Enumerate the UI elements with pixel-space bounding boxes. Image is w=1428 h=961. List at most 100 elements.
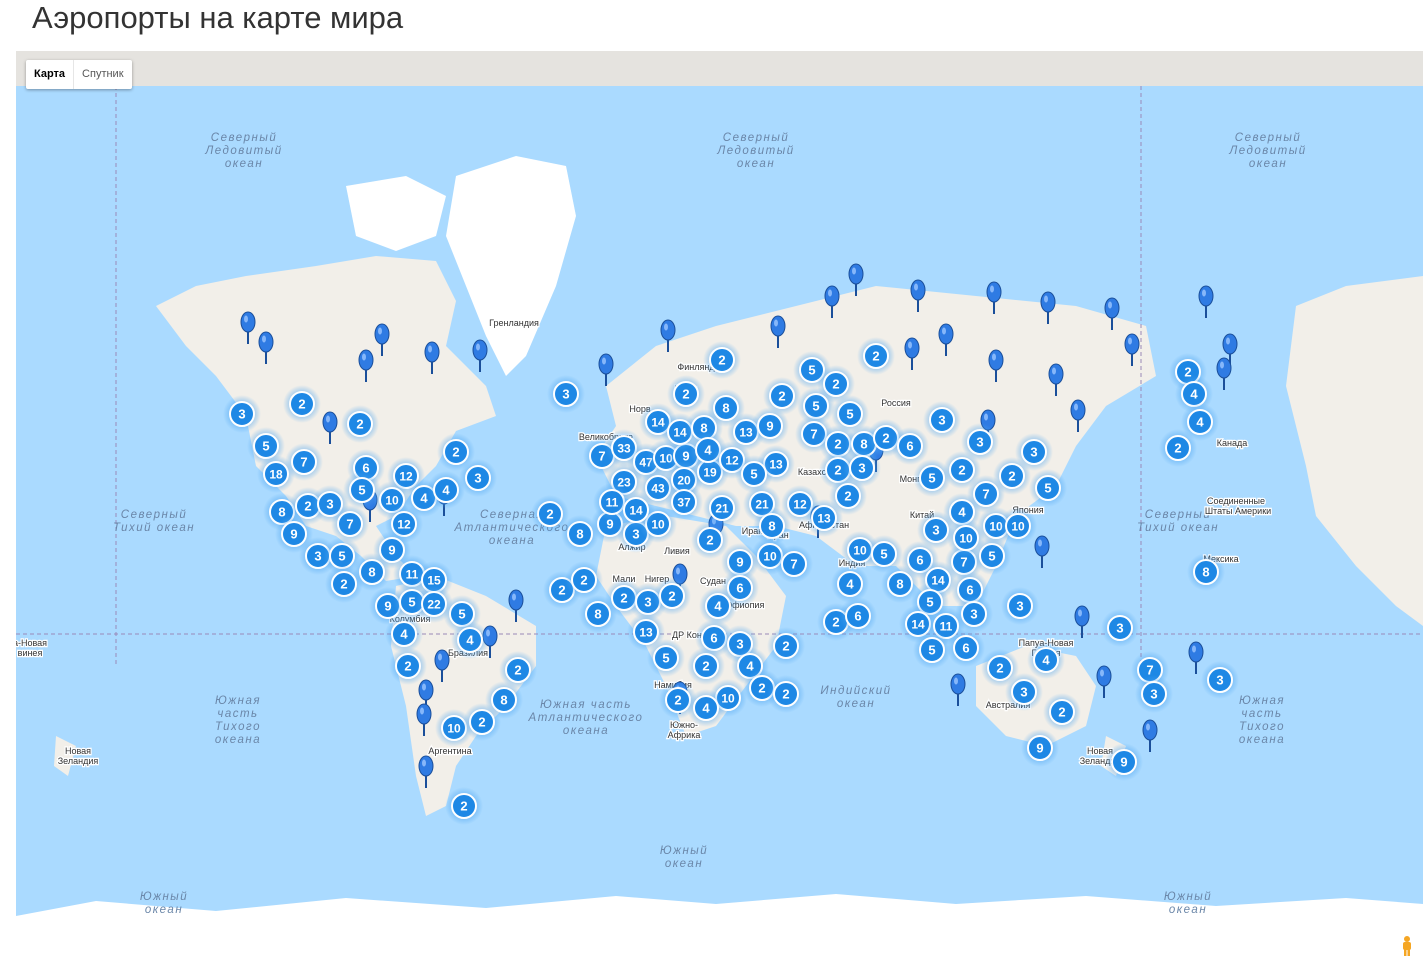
cluster-count: 9 (766, 419, 773, 434)
airport-cluster[interactable]: 3 (961, 423, 999, 461)
cluster-count: 9 (1120, 755, 1127, 770)
cluster-count: 3 (1116, 621, 1123, 636)
cluster-count: 3 (644, 595, 651, 610)
airport-cluster[interactable]: 4 (451, 621, 489, 659)
airport-cluster[interactable]: 3 (1201, 661, 1239, 699)
airport-cluster[interactable]: 2 (325, 565, 363, 603)
airport-cluster[interactable]: 5 (913, 631, 951, 669)
airport-cluster[interactable]: 2 (767, 675, 805, 713)
airport-cluster[interactable]: 5 (1029, 469, 1067, 507)
cluster-count: 4 (704, 443, 712, 458)
airport-cluster[interactable]: 37 (665, 483, 703, 521)
airport-cluster[interactable]: 3 (1101, 609, 1139, 647)
airport-cluster[interactable]: 2 (565, 561, 603, 599)
airport-cluster[interactable]: 4 (427, 471, 465, 509)
airport-cluster[interactable]: 3 (547, 375, 585, 413)
airport-cluster[interactable]: 5 (647, 639, 685, 677)
airport-cluster[interactable]: 2 (463, 703, 501, 741)
cluster-count: 8 (500, 693, 507, 708)
cluster-count: 37 (677, 496, 691, 510)
cluster-count: 5 (408, 595, 415, 610)
airport-cluster[interactable]: 3 (1135, 675, 1173, 713)
cluster-count: 2 (514, 663, 521, 678)
cluster-count: 3 (326, 497, 333, 512)
airport-cluster[interactable]: 2 (857, 337, 895, 375)
airport-cluster[interactable]: 6 (947, 629, 985, 667)
cluster-count: 2 (340, 577, 347, 592)
airport-cluster[interactable]: 2 (445, 787, 483, 825)
cluster-count: 10 (1011, 520, 1025, 534)
airport-cluster[interactable]: 7 (285, 443, 323, 481)
airport-cluster[interactable]: 4 (699, 587, 737, 625)
cluster-count: 4 (714, 599, 722, 614)
airport-cluster[interactable]: 3 (1001, 587, 1039, 625)
cluster-count: 4 (846, 577, 854, 592)
airport-cluster[interactable]: 8 (1187, 553, 1225, 591)
cluster-count: 3 (474, 471, 481, 486)
cluster-count: 5 (338, 549, 345, 564)
airport-cluster[interactable]: 4 (831, 565, 869, 603)
airport-cluster[interactable]: 2 (341, 405, 379, 443)
ocean-label: Южный океан (140, 891, 188, 916)
cluster-count: 13 (639, 626, 653, 640)
cluster-count: 3 (932, 523, 939, 538)
cluster-count: 2 (782, 639, 789, 654)
cluster-count: 2 (558, 583, 565, 598)
cluster-count: 2 (460, 799, 467, 814)
airport-cluster[interactable]: 2 (667, 375, 705, 413)
map-type-control: Карта Спутник (26, 60, 132, 89)
airport-cluster[interactable]: 2 (763, 377, 801, 415)
airport-cluster[interactable]: 2 (703, 341, 741, 379)
place-label: Ливия (664, 546, 690, 556)
airport-cluster[interactable]: 9 (1105, 743, 1143, 781)
cluster-count: 3 (1150, 687, 1157, 702)
cluster-count: 9 (736, 555, 743, 570)
airport-cluster[interactable]: 2 (1159, 429, 1197, 467)
cluster-count: 2 (356, 417, 363, 432)
airport-cluster[interactable]: 2 (1043, 693, 1081, 731)
airport-cluster[interactable]: 14 (617, 491, 655, 529)
world-map[interactable]: Северный Ледовитый океанСеверный Ледовитый о… (16, 86, 1423, 961)
place-label: Соединенные (1207, 496, 1265, 506)
cluster-count: 10 (447, 722, 461, 736)
cluster-count: 2 (682, 387, 689, 402)
airport-cluster[interactable]: 7 (775, 545, 813, 583)
cluster-count: 8 (576, 527, 583, 542)
cluster-count: 2 (298, 397, 305, 412)
airport-cluster[interactable]: 4 (1027, 641, 1065, 679)
cluster-count: 3 (1016, 599, 1023, 614)
airport-cluster[interactable]: 2 (653, 577, 691, 615)
airport-cluster[interactable]: 2 (283, 385, 321, 423)
airport-cluster[interactable]: 2 (389, 647, 427, 685)
street-view-pegman-icon[interactable] (1399, 935, 1415, 957)
cluster-count: 4 (400, 627, 408, 642)
airport-cluster[interactable]: 3 (923, 401, 961, 439)
airport-cluster[interactable]: 4 (687, 689, 725, 727)
cluster-count: 2 (668, 589, 675, 604)
place-label: Новая (65, 746, 91, 756)
cluster-count: 5 (812, 399, 819, 414)
cluster-count: 8 (768, 519, 775, 534)
cluster-count: 10 (853, 544, 867, 558)
place-label: Аргентина (428, 746, 471, 756)
cluster-count: 2 (674, 693, 681, 708)
cluster-count: 2 (872, 349, 879, 364)
airport-cluster[interactable]: 6 (839, 597, 877, 635)
airport-cluster[interactable]: 9 (1021, 729, 1059, 767)
map-container[interactable]: Карта Спутник Северный Ледовитый океан С… (16, 51, 1423, 961)
airport-cluster[interactable]: 10 (999, 507, 1037, 545)
airport-cluster[interactable]: 3 (1015, 433, 1053, 471)
place-label: Зеландия (58, 756, 99, 766)
airport-cluster[interactable]: 3 (1005, 673, 1043, 711)
airport-cluster[interactable]: 2 (767, 627, 805, 665)
cluster-count: 6 (854, 609, 861, 624)
airport-cluster[interactable]: 2 (687, 647, 725, 685)
airport-cluster[interactable]: 3 (223, 395, 261, 433)
airport-cluster[interactable]: 13 (805, 499, 843, 537)
map-type-satellite-button[interactable]: Спутник (74, 60, 131, 89)
ocean-label: Южный океан (1164, 891, 1212, 916)
airport-cluster[interactable]: 4 (385, 615, 423, 653)
airport-cluster[interactable]: 6 (891, 427, 929, 465)
airport-cluster[interactable]: 7 (331, 505, 369, 543)
map-type-map-button[interactable]: Карта (26, 60, 75, 89)
